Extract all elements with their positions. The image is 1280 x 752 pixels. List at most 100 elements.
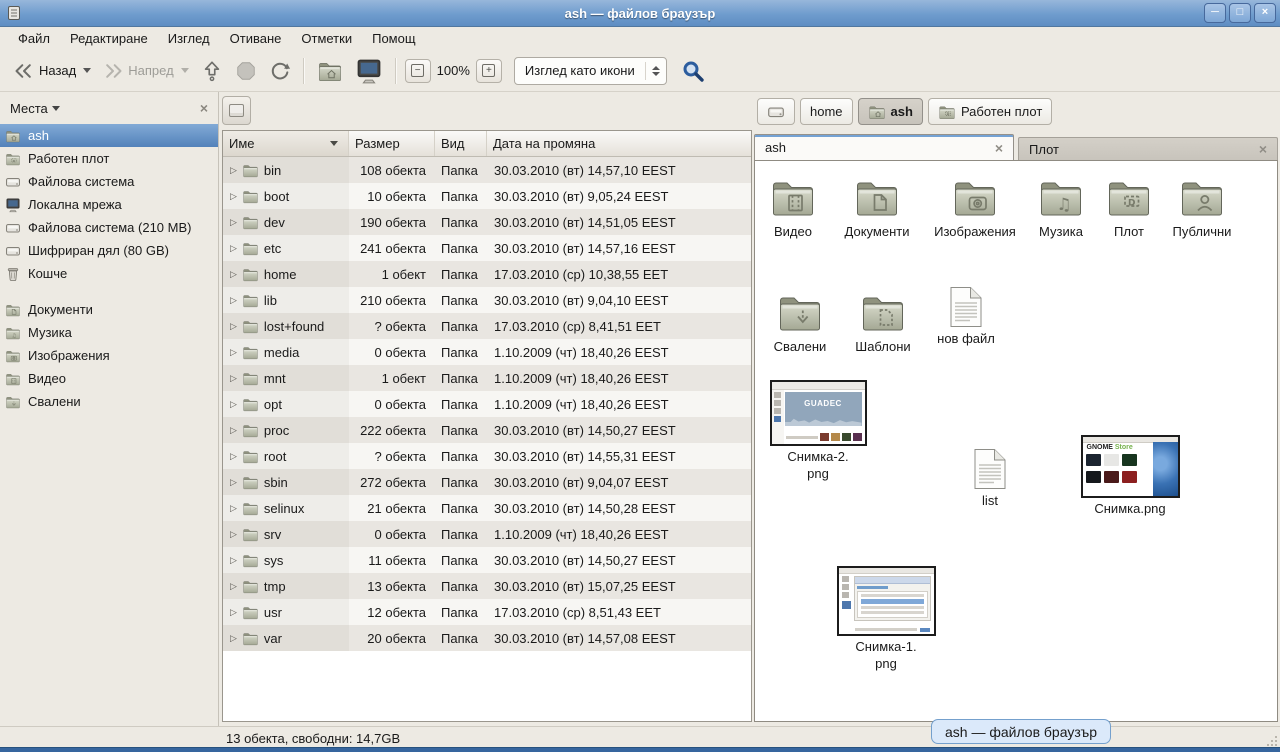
path-button-home[interactable]: home: [800, 98, 853, 125]
expander-icon[interactable]: ▷: [230, 296, 237, 305]
menu-edit[interactable]: Редактиране: [60, 28, 158, 49]
expander-icon[interactable]: ▷: [230, 478, 237, 487]
sidebar-item-файлова-система[interactable]: Файлова система: [0, 170, 218, 193]
table-row[interactable]: ▷media0 обектаПапка1.10.2009 (чт) 18,40,…: [223, 339, 751, 365]
expander-icon[interactable]: ▷: [230, 192, 237, 201]
expander-icon[interactable]: ▷: [230, 634, 237, 643]
expander-icon[interactable]: ▷: [230, 556, 237, 565]
zoom-in-button[interactable]: +: [476, 59, 502, 83]
expander-icon[interactable]: ▷: [230, 582, 237, 591]
pane-location-button[interactable]: [222, 96, 251, 125]
table-row[interactable]: ▷selinux21 обектаПапка30.03.2010 (вт) 14…: [223, 495, 751, 521]
icon-item-видео[interactable]: Видео: [754, 173, 839, 241]
table-row[interactable]: ▷etc241 обектаПапка30.03.2010 (вт) 14,57…: [223, 235, 751, 261]
zoom-out-button[interactable]: −: [405, 59, 431, 83]
icon-item-документи[interactable]: Документи: [831, 173, 923, 241]
expander-icon[interactable]: ▷: [230, 270, 237, 279]
sidebar-item-файлова-система-210-mb-[interactable]: Файлова система (210 MB): [0, 216, 218, 239]
table-row[interactable]: ▷home1 обектПапка17.03.2010 (ср) 10,38,5…: [223, 261, 751, 287]
home-button[interactable]: [311, 55, 349, 87]
icon-item-шаблони[interactable]: Шаблони: [837, 288, 929, 356]
icon-item-нов-файл[interactable]: нов файл: [926, 286, 1006, 348]
taskbar-window-button[interactable]: ash — файлов браузър: [931, 719, 1111, 744]
expander-icon[interactable]: ▷: [230, 166, 237, 175]
table-row[interactable]: ▷opt0 обектаПапка1.10.2009 (чт) 18,40,26…: [223, 391, 751, 417]
table-row[interactable]: ▷srv0 обектаПапка1.10.2009 (чт) 18,40,26…: [223, 521, 751, 547]
sidebar-item-шифриран-дял-80-gb-[interactable]: Шифриран дял (80 GB): [0, 239, 218, 262]
icon-item-снимка-2-png[interactable]: GUADECСнимка-2.png: [768, 380, 868, 483]
expander-icon[interactable]: ▷: [230, 218, 237, 227]
expander-icon[interactable]: ▷: [230, 322, 237, 331]
search-button[interactable]: [679, 57, 707, 85]
menu-view[interactable]: Изглед: [158, 28, 220, 49]
titlebar[interactable]: ash — файлов браузър ─ □ ×: [0, 0, 1280, 27]
menu-bookmarks[interactable]: Отметки: [291, 28, 362, 49]
table-row[interactable]: ▷tmp13 обектаПапка30.03.2010 (вт) 15,07,…: [223, 573, 751, 599]
table-row[interactable]: ▷bin108 обектаПапка30.03.2010 (вт) 14,57…: [223, 157, 751, 183]
menu-file[interactable]: Файл: [8, 28, 60, 49]
up-button[interactable]: [195, 57, 229, 85]
expander-icon[interactable]: ▷: [230, 504, 237, 513]
expander-icon[interactable]: ▷: [230, 374, 237, 383]
expander-icon[interactable]: ▷: [230, 426, 237, 435]
sidebar-mode-caret[interactable]: [52, 106, 60, 111]
expander-icon[interactable]: ▷: [230, 400, 237, 409]
minimize-button[interactable]: ─: [1204, 3, 1226, 23]
path-button-filesystem[interactable]: [757, 98, 795, 125]
expander-icon[interactable]: ▷: [230, 348, 237, 357]
icon-item-снимка-1-png[interactable]: Снимка-1.png: [835, 566, 937, 673]
sidebar-item-музика[interactable]: Музика: [0, 321, 218, 344]
column-header-size[interactable]: Размер: [349, 131, 435, 156]
close-button[interactable]: ×: [1254, 3, 1276, 23]
tab-close-icon[interactable]: ×: [1259, 141, 1267, 157]
sidebar-item-ash[interactable]: ash: [0, 124, 218, 147]
path-button-ash[interactable]: ash: [858, 98, 923, 125]
menu-help[interactable]: Помощ: [362, 28, 425, 49]
sidebar-item-свалени[interactable]: Свалени: [0, 390, 218, 413]
table-row[interactable]: ▷boot10 обектаПапка30.03.2010 (вт) 9,05,…: [223, 183, 751, 209]
sidebar-item-изображения[interactable]: Изображения: [0, 344, 218, 367]
table-row[interactable]: ▷sys11 обектаПапка30.03.2010 (вт) 14,50,…: [223, 547, 751, 573]
table-row[interactable]: ▷var20 обектаПапка30.03.2010 (вт) 14,57,…: [223, 625, 751, 651]
sidebar-item-работен-плот[interactable]: Работен плот: [0, 147, 218, 170]
forward-button[interactable]: Напред: [97, 59, 194, 83]
expander-icon[interactable]: ▷: [230, 530, 237, 539]
icon-item-list[interactable]: list: [955, 448, 1025, 510]
stop-button[interactable]: [229, 57, 263, 85]
expander-icon[interactable]: ▷: [230, 452, 237, 461]
column-header-type[interactable]: Вид: [435, 131, 487, 156]
sidebar-item-локална-мрежа[interactable]: Локална мрежа: [0, 193, 218, 216]
icon-item-свалени[interactable]: Свалени: [754, 288, 846, 356]
reload-button[interactable]: [263, 57, 297, 85]
view-selector-spinner[interactable]: [645, 62, 660, 80]
table-row[interactable]: ▷mnt1 обектПапка1.10.2009 (чт) 18,40,26 …: [223, 365, 751, 391]
table-row[interactable]: ▷proc222 обектаПапка30.03.2010 (вт) 14,5…: [223, 417, 751, 443]
sidebar-item-кошче[interactable]: Кошче: [0, 262, 218, 285]
table-row[interactable]: ▷usr12 обектаПапка17.03.2010 (ср) 8,51,4…: [223, 599, 751, 625]
expander-icon[interactable]: ▷: [230, 608, 237, 617]
table-row[interactable]: ▷root? обектаПапка30.03.2010 (вт) 14,55,…: [223, 443, 751, 469]
menu-go[interactable]: Отиване: [220, 28, 292, 49]
back-history-caret[interactable]: [83, 68, 91, 73]
table-row[interactable]: ▷sbin272 обектаПапка30.03.2010 (вт) 9,04…: [223, 469, 751, 495]
path-button-desktop[interactable]: Работен плот: [928, 98, 1052, 125]
resize-grip[interactable]: [1265, 734, 1277, 746]
sidebar-close-icon[interactable]: ×: [200, 100, 208, 116]
column-header-name[interactable]: Име: [223, 131, 349, 156]
computer-button[interactable]: [349, 54, 389, 88]
sidebar-item-документи[interactable]: Документи: [0, 298, 218, 321]
icon-item-снимка-png[interactable]: GNOME StoreСнимка.png: [1079, 435, 1181, 518]
tab-плот[interactable]: Плот×: [1018, 137, 1278, 160]
tab-ash[interactable]: ash×: [754, 134, 1014, 160]
view-selector[interactable]: Изглед като икони: [514, 57, 667, 85]
maximize-button[interactable]: □: [1229, 3, 1251, 23]
table-row[interactable]: ▷lost+found? обектаПапка17.03.2010 (ср) …: [223, 313, 751, 339]
icon-item-публични[interactable]: Публични: [1156, 173, 1248, 241]
icon-item-изображения[interactable]: Изображения: [929, 173, 1021, 241]
column-header-date[interactable]: Дата на промяна: [487, 131, 751, 156]
table-row[interactable]: ▷lib210 обектаПапка30.03.2010 (вт) 9,04,…: [223, 287, 751, 313]
back-button[interactable]: Назад: [8, 59, 97, 83]
tab-close-icon[interactable]: ×: [995, 140, 1003, 156]
table-row[interactable]: ▷dev190 обектаПапка30.03.2010 (вт) 14,51…: [223, 209, 751, 235]
expander-icon[interactable]: ▷: [230, 244, 237, 253]
